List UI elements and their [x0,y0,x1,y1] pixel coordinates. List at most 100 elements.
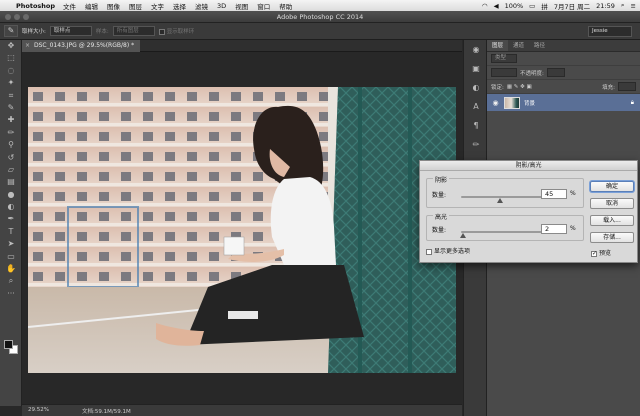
layer-name[interactable]: 背景 [524,99,535,107]
highlights-slider-handle[interactable] [459,233,466,238]
more-options-label: 显示更多选项 [434,248,471,255]
document-size-info[interactable]: 文档:59.1M/59.1M [82,407,131,415]
show-ring-option[interactable]: 显示取样环 [158,27,195,35]
clone-stamp-tool-icon[interactable]: ⚲ [0,139,22,151]
menu-edit[interactable]: 编辑 [85,1,98,11]
character-panel-icon[interactable]: A [464,97,488,116]
zoom-level[interactable]: 29.52% [28,407,49,413]
move-tool-icon[interactable]: ✥ [0,40,22,52]
highlights-slider-track[interactable] [461,231,547,233]
sample-size-select[interactable]: 取样点 [49,26,92,36]
menu-3d[interactable]: 3D [217,2,226,10]
more-options-toggle[interactable]: 显示更多选项 [426,246,470,255]
paragraph-panel-icon[interactable]: ¶ [464,116,488,135]
shadows-unit: % [570,190,576,197]
marquee-tool-icon[interactable]: ⬚ [0,52,22,64]
highlights-amount-input[interactable]: 2 [541,224,567,234]
eyedropper-icon[interactable]: ✎ [4,25,18,37]
input-method-icon[interactable]: 拼 [541,1,548,11]
brush-tool-icon[interactable]: ✏ [0,127,22,139]
search-icon[interactable]: ⌕ [621,1,625,10]
menu-layer[interactable]: 图层 [129,1,142,11]
type-tool-icon[interactable]: T [0,226,22,238]
history-panel-icon[interactable]: ◉ [464,40,488,59]
layer-row-background[interactable]: ◉ 背景 🔒︎ [487,94,640,111]
path-select-tool-icon[interactable]: ➤ [0,238,22,250]
menu-window[interactable]: 窗口 [257,1,270,11]
sample-label: 样本: [95,29,109,35]
lock-label: 锁定: [491,84,504,91]
crop-tool-icon[interactable]: ⌗ [0,90,22,102]
menu-image[interactable]: 图像 [107,1,120,11]
menu-app-name[interactable]: Photoshop [16,2,55,10]
menubar-time[interactable]: 21:59 [596,2,615,10]
foreground-color[interactable] [4,340,13,349]
pen-tool-icon[interactable]: ✒ [0,213,22,225]
shadows-slider-handle[interactable] [496,198,503,203]
show-ring-label: 显示取样环 [166,29,195,35]
edit-toolbar-icon[interactable]: ··· [0,288,22,300]
document-tab-label: DSC_0143.JPG @ 29.5%(RGB/8) * [34,42,135,49]
shadows-slider-track[interactable] [461,196,547,198]
sample-select[interactable]: 所有图层 [112,26,155,36]
volume-icon[interactable]: ◀ [494,2,499,10]
canvas-area[interactable] [22,53,462,400]
shadows-amount-input[interactable]: 45 [541,189,567,199]
eraser-tool-icon[interactable]: ▱ [0,164,22,176]
battery-percent[interactable]: 100% [505,2,524,10]
tab-channels[interactable]: 通道 [508,40,529,51]
ok-button[interactable]: 确定 [590,181,634,192]
workspace-switcher[interactable]: Jessie [588,26,632,37]
brush-panel-icon[interactable]: ✏ [464,135,488,154]
layer-filter-row: 类型 [487,52,640,66]
tab-layers[interactable]: 图层 [487,40,509,51]
menu-file[interactable]: 文件 [63,1,76,11]
properties-panel-icon[interactable]: ▣ [464,59,488,78]
history-brush-tool-icon[interactable]: ↺ [0,152,22,164]
menu-help[interactable]: 帮助 [279,1,292,11]
list-icon[interactable]: ≡ [631,2,636,10]
load-button[interactable]: 载入... [590,215,634,226]
color-swatches[interactable] [4,340,18,354]
highlights-group: 高光 数量: 2 % [426,212,584,241]
adjustments-panel-icon[interactable]: ◐ [464,78,488,97]
blend-mode-select[interactable] [491,68,517,77]
gradient-tool-icon[interactable]: ▤ [0,176,22,188]
save-button[interactable]: 存储... [590,232,634,243]
document-tab[interactable]: × DSC_0143.JPG @ 29.5%(RGB/8) * [22,40,141,52]
preview-checkbox[interactable]: ✓ [591,250,597,257]
eyedropper-tool-icon[interactable]: ✎ [0,102,22,114]
layer-thumbnail [504,96,520,109]
lock-icons[interactable]: ▦ ✎ ✥ ▣ [507,84,532,90]
menu-select[interactable]: 选择 [173,1,186,11]
fill-field[interactable] [618,82,636,91]
dialog-title: 阴影/高光 [420,161,637,171]
fill-label: 填充: [602,84,615,91]
shadows-group: 阴影 数量: 45 % [426,175,584,208]
wifi-icon[interactable]: ◠ [482,2,488,10]
show-ring-checkbox[interactable] [158,28,165,35]
cancel-button[interactable]: 取消 [590,198,634,209]
visibility-eye-icon[interactable]: ◉ [491,99,500,107]
shape-tool-icon[interactable]: ▭ [0,251,22,263]
hand-tool-icon[interactable]: ✋ [0,263,22,275]
healing-tool-icon[interactable]: ✚ [0,114,22,126]
dodge-tool-icon[interactable]: ◐ [0,201,22,213]
layer-kind-select[interactable]: 类型 [491,54,517,63]
menu-filter[interactable]: 滤镜 [195,1,208,11]
close-tab-icon[interactable]: × [25,40,30,52]
preview-toggle[interactable]: ✓ 预览 [591,248,611,257]
lock-icon: 🔒︎ [630,98,634,106]
lasso-tool-icon[interactable]: ◌ [0,65,22,77]
menu-view[interactable]: 视图 [235,1,248,11]
tab-paths[interactable]: 路径 [529,40,550,51]
zoom-tool-icon[interactable]: ⌕ [0,275,22,287]
opacity-field[interactable] [546,68,565,77]
quick-select-tool-icon[interactable]: ✦ [0,77,22,89]
tools-panel: ✥ ⬚ ◌ ✦ ⌗ ✎ ✚ ✏ ⚲ ↺ ▱ ▤ ● ◐ ✒ T ➤ ▭ ✋ ⌕ … [0,40,22,406]
photo-canvas[interactable] [28,87,456,373]
blur-tool-icon[interactable]: ● [0,189,22,201]
menubar-date[interactable]: 7月7日 周二 [554,1,590,11]
more-options-checkbox[interactable] [426,248,432,255]
menu-type[interactable]: 文字 [151,1,164,11]
